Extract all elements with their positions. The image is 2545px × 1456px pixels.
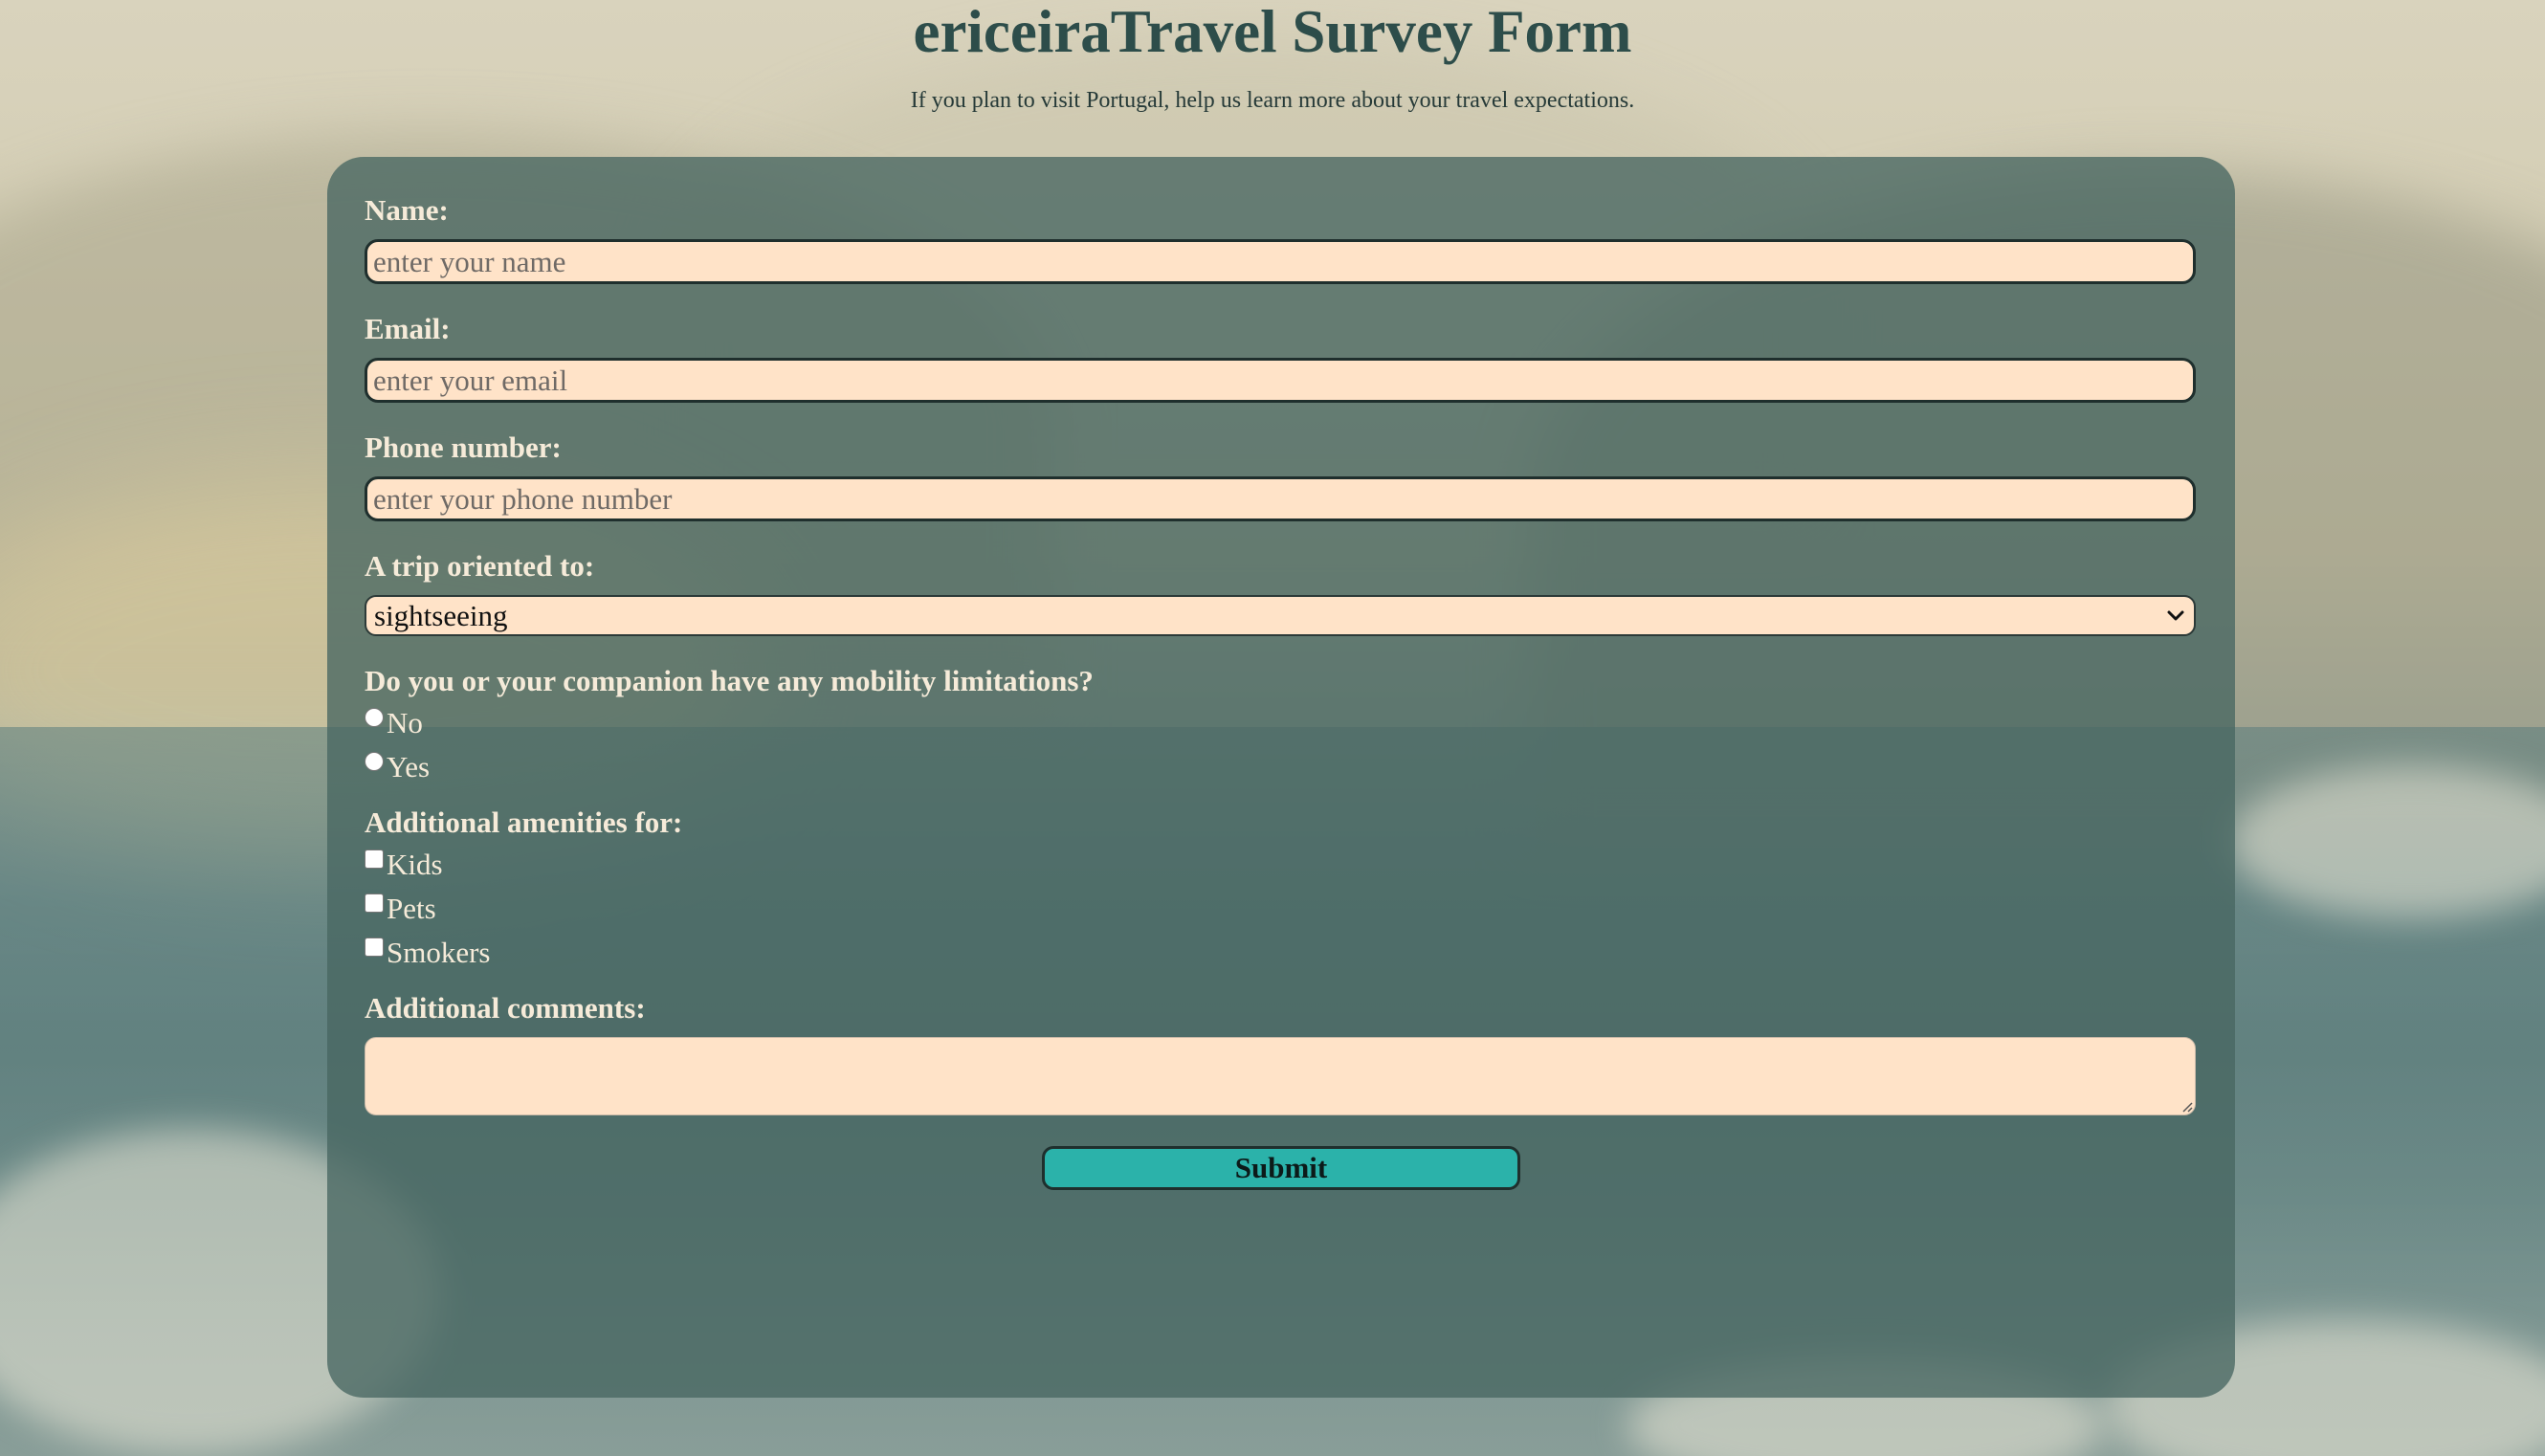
amenity-option-label: Kids <box>387 848 443 881</box>
phone-input[interactable] <box>365 476 2196 521</box>
resize-handle-icon[interactable] <box>2180 1099 2193 1113</box>
name-input[interactable] <box>365 239 2196 284</box>
chevron-down-icon <box>2165 606 2186 627</box>
trip-label: A trip oriented to: <box>365 549 595 583</box>
amenity-option-pets[interactable]: Pets <box>365 892 436 926</box>
amenity-option-label: Smokers <box>387 936 491 969</box>
mobility-question: Do you or your companion have any mobili… <box>365 664 1094 697</box>
mobility-option-yes[interactable]: Yes <box>365 750 430 784</box>
trip-select-value: sightseeing <box>374 598 508 632</box>
trip-select[interactable]: sightseeing <box>365 595 2196 636</box>
page-subtitle: If you plan to visit Portugal, help us l… <box>910 88 1635 113</box>
amenity-option-smokers[interactable]: Smokers <box>365 936 491 970</box>
amenity-option-label: Pets <box>387 892 436 925</box>
submit-button[interactable]: Submit <box>1042 1146 1520 1190</box>
radio-no[interactable] <box>365 708 384 727</box>
mobility-option-label: No <box>387 706 423 739</box>
amenities-label: Additional amenities for: <box>365 805 683 839</box>
checkbox-kids[interactable] <box>365 849 384 869</box>
comments-label: Additional comments: <box>365 991 646 1025</box>
amenity-option-kids[interactable]: Kids <box>365 848 443 882</box>
survey-page: ericeiraTravel Survey Form If you plan t… <box>0 0 2545 1456</box>
comments-textarea[interactable] <box>365 1037 2196 1115</box>
checkbox-pets[interactable] <box>365 893 384 913</box>
checkbox-smokers[interactable] <box>365 938 384 957</box>
mobility-option-no[interactable]: No <box>365 706 423 740</box>
radio-yes[interactable] <box>365 752 384 771</box>
email-label: Email: <box>365 312 451 345</box>
name-label: Name: <box>365 193 449 227</box>
phone-label: Phone number: <box>365 430 562 464</box>
mobility-option-label: Yes <box>387 750 431 783</box>
survey-form: Name: Email: Phone number: A trip orient… <box>327 157 2235 1398</box>
page-title: ericeiraTravel Survey Form <box>913 0 1632 65</box>
email-input[interactable] <box>365 358 2196 403</box>
